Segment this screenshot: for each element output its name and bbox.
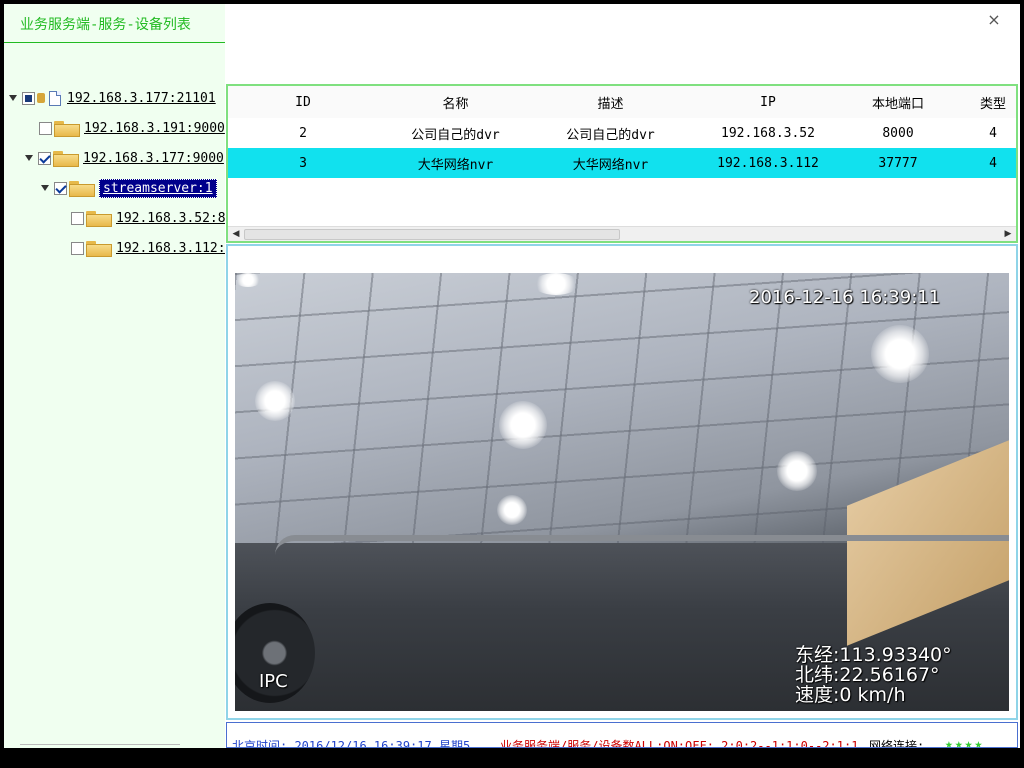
tree-node-checkbox[interactable] [38,151,51,165]
cell-description: 大华网络nvr [533,148,688,178]
tree-node-label[interactable]: 192.168.3.52:8000 [116,211,225,226]
expand-arrow-icon[interactable] [40,183,50,193]
folder-icon [86,241,112,257]
column-header-description[interactable]: 描述 [533,86,688,118]
tree-node[interactable]: 192.168.3.52:8000 [71,207,225,229]
ceiling-light [235,273,261,287]
folder-icon [86,211,112,227]
expand-arrow-icon[interactable] [8,93,18,103]
tree-node-selected[interactable]: streamserver:1 [40,177,217,199]
column-header-local-port[interactable]: 本地端口 [848,86,948,118]
device-table-panel: ID 名称 描述 IP 本地端口 类型 2 公司自己的dvr 公司自己的dvr … [226,84,1018,243]
title-divider [4,42,225,43]
scroll-left-icon[interactable]: ◀ [229,228,243,241]
cell-description: 公司自己的dvr [566,127,655,143]
tree-node-root[interactable]: 192.168.3.177:21101 [8,87,216,109]
status-device-count: 业务服务端/服务/设备数ALL:ON:OFF: 2:0:2--1:1:0--2:… [500,739,859,748]
close-button[interactable]: × [984,10,1004,30]
cell-name: 大华网络nvr [378,148,533,178]
gps-speed: 速度:0 km/h [795,684,906,706]
ceiling-light [499,401,547,449]
cell-id: 2 [299,125,307,141]
cell-type: 4 [948,148,1016,178]
table-row-selected[interactable]: 3 大华网络nvr 大华网络nvr 192.168.3.112 37777 4 [228,148,1016,178]
gps-longitude: 东经:113.93340° [795,644,952,666]
column-header-type[interactable]: 类型 [948,86,1016,118]
scrollbar-thumb[interactable] [244,229,620,240]
tree-node-label[interactable]: streamserver:1 [99,178,217,198]
tree-node[interactable]: 192.168.3.112:37777 [71,237,225,259]
status-beijing-time: 北京时间: 2016/12/16 16:39:17 星期5 [232,739,471,748]
tree-node-checkbox[interactable] [39,121,52,135]
video-timestamp: 2016-12-16 16:39:11 [749,287,941,308]
tree-node-label[interactable]: 192.168.3.191:9000 [84,121,225,136]
camera-video-frame[interactable]: 2016-12-16 16:39:11 IPC 东经:113.93340° 北纬… [235,273,1009,711]
horizontal-scrollbar[interactable]: ◀ ▶ [228,226,1016,241]
network-signal-icon: ★★★★ [945,737,985,748]
expand-arrow-icon[interactable] [24,153,34,163]
tree-node[interactable]: 192.168.3.177:9000 [24,147,224,169]
cell-type: 4 [989,125,997,141]
document-icon [49,90,61,106]
column-header-name[interactable]: 名称 [378,86,533,118]
ceiling-light [777,451,817,491]
folder-icon [69,181,95,197]
cell-ip: 192.168.3.112 [688,148,848,178]
device-tree-panel: 业务服务端-服务-设备列表 192.168.3.177:21101 192.16… [4,4,225,748]
device-list-window: 业务服务端-服务-设备列表 192.168.3.177:21101 192.16… [4,4,1020,748]
device-table: ID 名称 描述 IP 本地端口 类型 2 公司自己的dvr 公司自己的dvr … [228,86,1016,178]
tree-node-checkbox[interactable] [54,181,67,195]
gps-latitude: 北纬:22.56167° [795,664,940,686]
folder-icon [53,151,79,167]
ceiling-light [871,325,929,383]
cell-local-port: 8000 [882,125,914,141]
tree-node-label[interactable]: 192.168.3.112:37777 [116,241,225,256]
cell-local-port: 37777 [848,148,948,178]
cell-ip: 192.168.3.52 [721,125,815,141]
status-bar: 北京时间: 2016/12/16 16:39:17 星期5 业务服务端/服务/设… [226,722,1018,748]
gps-overlay: 东经:113.93340° 北纬:22.56167° 速度:0 km/h [795,645,952,705]
door-frame [275,535,1009,555]
tree-node-label[interactable]: 192.168.3.177:9000 [83,151,224,166]
device-table-viewport: ID 名称 描述 IP 本地端口 类型 2 公司自己的dvr 公司自己的dvr … [228,86,1016,226]
tree-node-checkbox[interactable] [71,241,84,255]
table-row[interactable]: 2 公司自己的dvr 公司自己的dvr 192.168.3.52 8000 4 [228,118,1016,148]
tree-node-checkbox[interactable] [71,211,84,225]
folder-icon [54,121,80,137]
table-header-row: ID 名称 描述 IP 本地端口 类型 [228,86,1016,118]
column-header-ip[interactable]: IP [688,86,848,118]
ceiling-light [533,273,579,295]
cell-id: 3 [228,148,378,178]
panel-title: 业务服务端-服务-设备列表 [20,17,191,33]
tree-node[interactable]: 192.168.3.191:9000 [39,117,225,139]
server-lock-icon [37,93,45,103]
ceiling-light [255,381,295,421]
video-preview-panel: 2016-12-16 16:39:11 IPC 东经:113.93340° 北纬… [226,244,1018,720]
scroll-right-icon[interactable]: ▶ [1001,228,1015,241]
tree-node-label[interactable]: 192.168.3.177:21101 [67,91,216,106]
sidebar-scrollbar[interactable] [20,744,180,748]
tree-node-checkbox[interactable] [22,91,35,105]
cell-name: 公司自己的dvr [411,127,500,143]
video-channel-label: IPC [259,671,288,692]
column-header-id[interactable]: ID [228,86,378,118]
ceiling-light [497,495,527,525]
status-network-label: 网络连接: [869,739,925,748]
